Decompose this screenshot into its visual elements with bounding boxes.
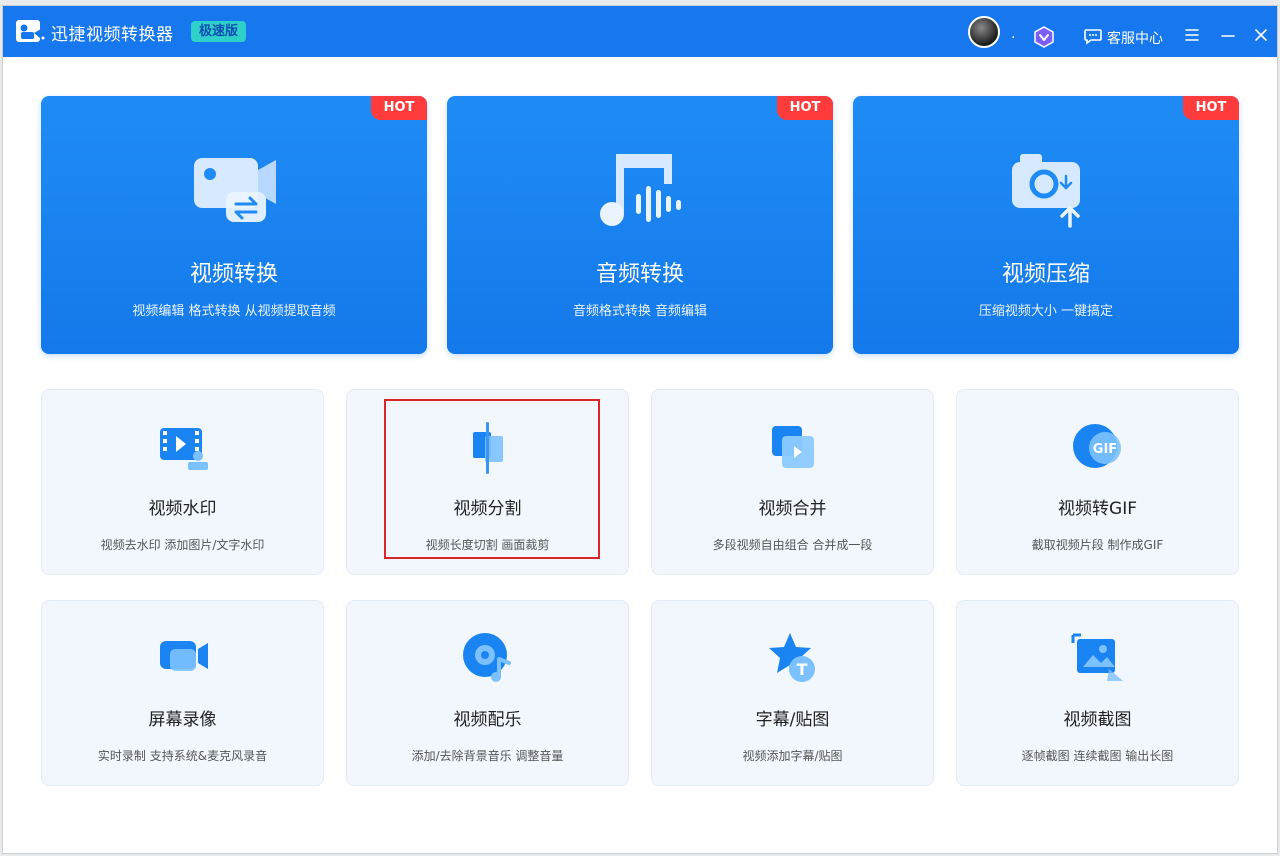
gif-icon: GIF <box>1072 424 1121 468</box>
edition-badge: 极速版 <box>191 21 247 42</box>
close-icon[interactable] <box>1252 26 1270 44</box>
watermark-icon <box>159 428 208 470</box>
video-convert-icon <box>194 158 276 222</box>
tool-title: 视频截图 <box>1063 710 1132 730</box>
tool-title: 视频合并 <box>758 499 827 519</box>
hot-badge: HOT <box>1183 96 1239 120</box>
customer-service-icon[interactable] <box>1083 26 1103 46</box>
user-avatar[interactable] <box>968 16 1000 48</box>
feature-desc: 视频编辑 格式转换 从视频提取音频 <box>132 304 336 319</box>
highlight-annotation-box <box>384 399 600 559</box>
music-disc-icon <box>462 633 511 682</box>
tool-desc: 逐帧截图 连续截图 输出长图 <box>1021 749 1174 763</box>
feature-title: 视频转换 <box>189 262 278 287</box>
tool-desc: 视频添加字幕/贴图 <box>742 749 843 763</box>
tool-desc: 视频去水印 添加图片/文字水印 <box>100 538 265 552</box>
feature-title: 视频压缩 <box>1001 262 1090 287</box>
avatar-dropdown-indicator[interactable]: . <box>1011 26 1015 42</box>
feature-card-video-convert[interactable]: HOT 视频转换 视频编辑 格式转换 从视频提取音频 <box>41 96 427 354</box>
feature-card-video-compress[interactable]: HOT 视频压缩 压缩视频大小 一键搞定 <box>853 96 1239 354</box>
tool-desc: 实时录制 支持系统&麦克风录音 <box>97 749 268 763</box>
tool-card-video-screenshot[interactable]: 视频截图 逐帧截图 连续截图 输出长图 <box>956 600 1239 786</box>
menu-icon[interactable] <box>1183 26 1201 44</box>
tool-desc: 截取视频片段 制作成GIF <box>1031 538 1164 552</box>
title-bar: 迅捷视频转换器 极速版 . 客服中心 <box>3 6 1277 57</box>
tool-title: 视频水印 <box>148 499 217 519</box>
tool-title: 视频配乐 <box>453 710 522 730</box>
tool-card-video-watermark[interactable]: 视频水印 视频去水印 添加图片/文字水印 <box>41 389 324 575</box>
subtitle-icon-label: T <box>796 660 807 679</box>
feature-desc: 压缩视频大小 一键搞定 <box>978 304 1114 319</box>
video-compress-icon <box>1012 154 1080 228</box>
feature-title: 音频转换 <box>595 262 684 287</box>
feature-desc: 音频格式转换 音频编辑 <box>572 304 708 319</box>
feature-card-audio-convert[interactable]: HOT 音频转换 音频格式转换 音频编辑 <box>447 96 833 354</box>
app-title: 迅捷视频转换器 <box>51 25 174 45</box>
app-window: 迅捷视频转换器 极速版 . 客服中心 HOT 视频转换 视频编辑 格式转换 从视… <box>2 5 1278 854</box>
screen-record-icon <box>159 641 208 671</box>
subtitle-star-icon: T <box>768 633 815 682</box>
tool-card-video-music[interactable]: 视频配乐 添加/去除背景音乐 调整音量 <box>346 600 629 786</box>
hot-badge: HOT <box>371 96 427 120</box>
customer-service-link[interactable]: 客服中心 <box>1107 28 1163 48</box>
app-logo-icon <box>16 20 45 42</box>
tool-card-screen-record[interactable]: 屏幕录像 实时录制 支持系统&麦克风录音 <box>41 600 324 786</box>
tool-card-video-to-gif[interactable]: GIF 视频转GIF 截取视频片段 制作成GIF <box>956 389 1239 575</box>
tool-desc: 多段视频自由组合 合并成一段 <box>712 538 873 552</box>
vip-icon[interactable] <box>1033 26 1055 48</box>
tool-title: 屏幕录像 <box>148 710 217 730</box>
video-merge-icon <box>771 426 814 468</box>
tool-desc: 添加/去除背景音乐 调整音量 <box>411 749 564 763</box>
hot-badge: HOT <box>777 96 833 120</box>
screenshot-icon <box>1071 633 1123 681</box>
tool-card-subtitle-sticker[interactable]: T 字幕/贴图 视频添加字幕/贴图 <box>651 600 934 786</box>
tool-title: 字幕/贴图 <box>755 710 830 730</box>
minimize-icon[interactable] <box>1219 26 1237 44</box>
audio-convert-icon <box>600 154 681 226</box>
gif-icon-label: GIF <box>1092 442 1116 457</box>
tool-title: 视频转GIF <box>1058 499 1137 519</box>
tool-card-video-merge[interactable]: 视频合并 多段视频自由组合 合并成一段 <box>651 389 934 575</box>
